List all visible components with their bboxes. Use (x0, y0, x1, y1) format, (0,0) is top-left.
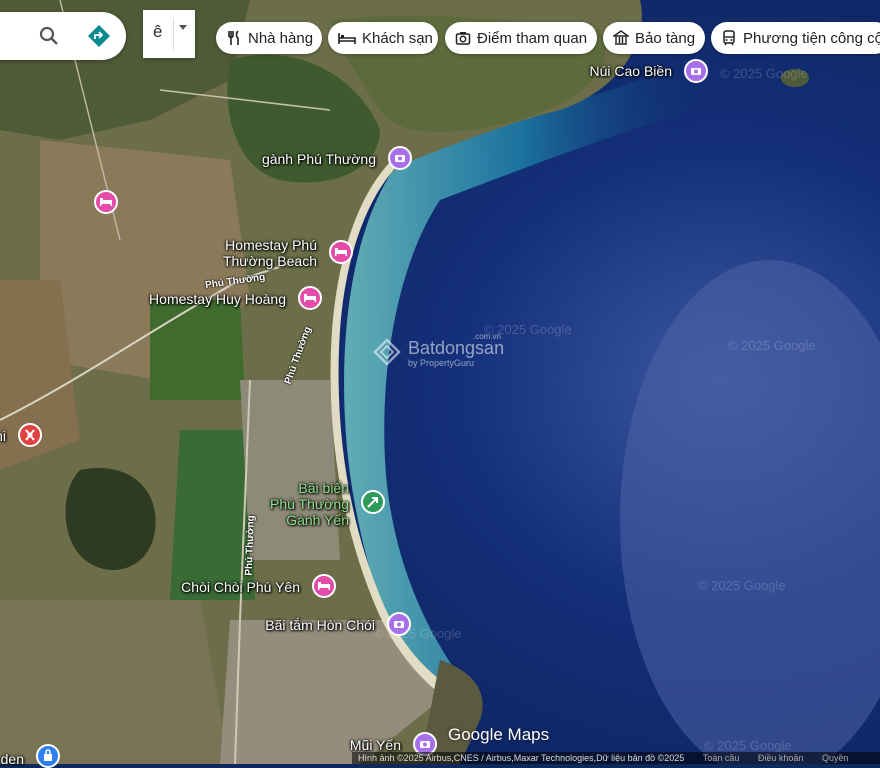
chip-attractions[interactable]: Điểm tham quan (445, 22, 597, 54)
language-label: ê (153, 22, 163, 41)
street-label: Phú Thường (243, 515, 257, 576)
hotel-bed-icon[interactable] (329, 240, 353, 264)
copyright-watermark: © 2025 Google (698, 578, 786, 593)
poi-label[interactable]: Bãi biển Phú Thường Gành Yến (270, 480, 349, 528)
chip-hotels[interactable]: Khách sạn (328, 22, 438, 54)
poi-label-line: Bãi biển (298, 480, 349, 496)
satellite-map[interactable] (0, 0, 880, 764)
transit-icon (723, 30, 735, 46)
chip-label: Khách sạn (362, 29, 433, 47)
poi-label[interactable]: arden (0, 751, 24, 767)
poi-label-line: Phú Thường (269, 496, 349, 512)
poi-label[interactable]: gành Phú Thường (262, 151, 376, 167)
map-attribution-bar: Hình ảnh ©2025 Airbus,CNES / Airbus,Maxa… (352, 752, 880, 764)
chip-label: Phương tiện công cộ (743, 29, 880, 47)
chip-label: Nhà hàng (248, 29, 314, 47)
search-box[interactable] (0, 12, 126, 60)
restaurant-icon[interactable] (18, 423, 42, 447)
directions-icon[interactable] (87, 24, 111, 48)
chip-label: Điểm tham quan (477, 29, 588, 47)
divider (173, 18, 174, 50)
poi-label-line: Gành Yến (286, 512, 349, 528)
footer-link-global[interactable]: Toàn cầu (703, 753, 740, 763)
chip-transit[interactable]: Phương tiện công cộ (711, 22, 880, 54)
restaurant-icon (228, 30, 239, 45)
attribution-text: Hình ảnh ©2025 Airbus,CNES / Airbus,Maxa… (358, 753, 685, 763)
museum-icon (613, 30, 629, 45)
poi-label[interactable]: Bãi tắm Hòn Chói (265, 617, 375, 633)
poi-label[interactable]: Homestay Huy Hoàng (149, 291, 286, 307)
watermark-logo-icon (373, 338, 401, 366)
footer-link-privacy[interactable]: Quyền (822, 753, 849, 763)
attraction-camera-icon[interactable] (388, 146, 412, 170)
poi-label[interactable]: hi (0, 428, 6, 444)
shopping-icon[interactable] (36, 744, 60, 768)
google-maps-logo: Google Maps (448, 725, 550, 744)
chevron-down-icon[interactable] (179, 25, 187, 30)
hotel-bed-icon[interactable] (312, 574, 336, 598)
chip-label: Bảo tàng (635, 29, 696, 47)
hotel-bed-icon[interactable] (94, 190, 118, 214)
park-icon[interactable] (361, 490, 385, 514)
poi-label-line: Homestay Phú (225, 237, 317, 253)
hotel-bed-icon[interactable] (298, 286, 322, 310)
chip-museums[interactable]: Bảo tàng (603, 22, 705, 54)
poi-label[interactable]: Núi Cao Biền (590, 63, 673, 79)
chip-restaurants[interactable]: Nhà hàng (216, 22, 322, 54)
camera-icon (455, 32, 471, 45)
copyright-watermark: © 2025 Google (484, 322, 572, 337)
poi-label[interactable]: Chòi Chòi Phú Yên (181, 579, 300, 595)
search-icon[interactable] (37, 24, 61, 48)
watermark-by: by PropertyGuru (408, 358, 475, 368)
hotel-icon (338, 33, 356, 44)
watermark-brand: Batdongsan (408, 338, 505, 358)
footer-link-terms[interactable]: Điều khoản (758, 753, 804, 763)
poi-label[interactable]: Homestay Phú Thường Beach (223, 237, 317, 269)
language-select[interactable]: ê (143, 10, 195, 58)
copyright-watermark: © 2025 Google (720, 66, 808, 81)
attraction-camera-icon[interactable] (684, 59, 708, 83)
poi-label-line: Thường Beach (222, 253, 317, 269)
copyright-watermark: © 2025 Google (704, 738, 792, 753)
copyright-watermark: © 2025 Google (728, 338, 816, 353)
top-toolbar: ê Nhà hàng Khách sạn Điểm tham quan Bảo … (0, 10, 880, 62)
attraction-camera-icon[interactable] (387, 612, 411, 636)
poi-label[interactable]: Mũi Yến (350, 737, 401, 753)
